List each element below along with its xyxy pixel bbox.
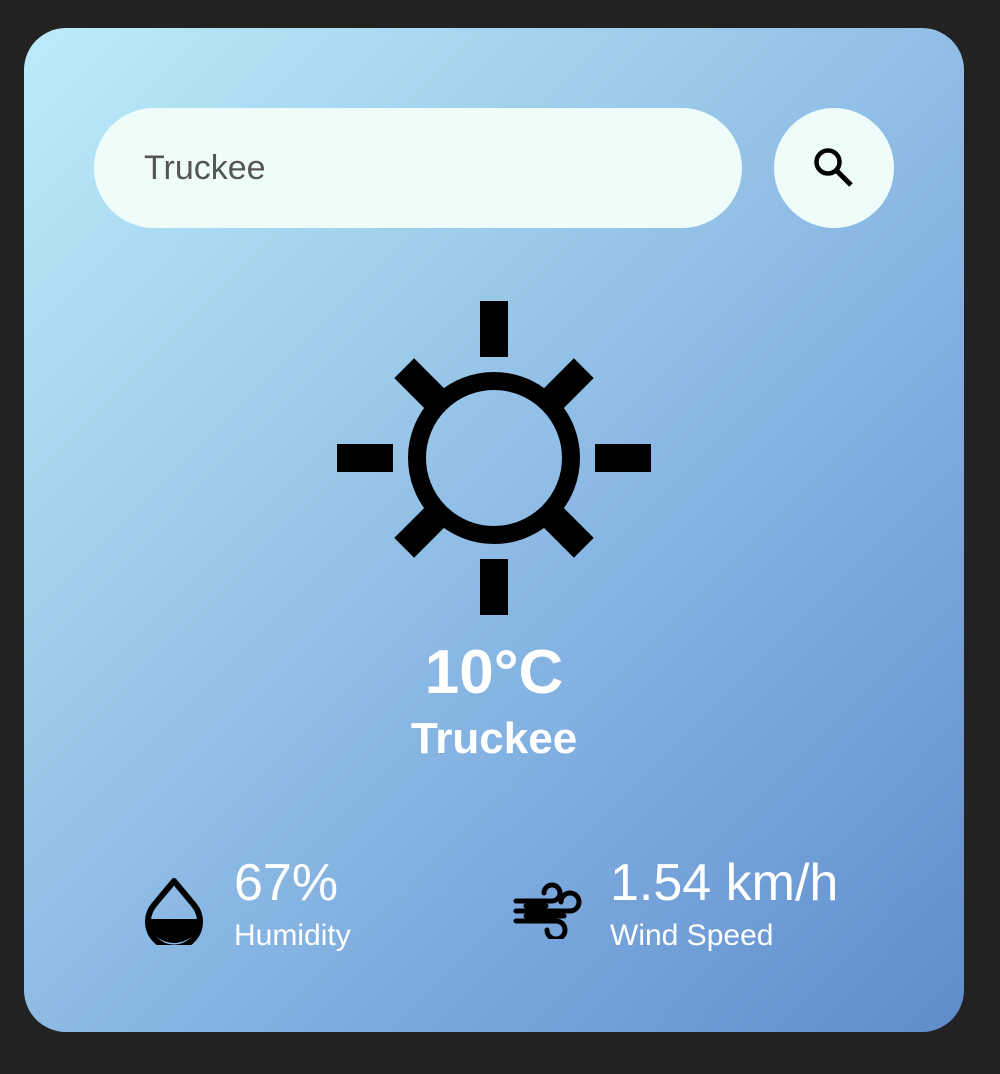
wind-speed-value: 1.54 km/h <box>610 854 839 912</box>
city-name: Truckee <box>410 714 578 763</box>
search-icon <box>814 148 853 187</box>
search-input[interactable] <box>94 108 742 228</box>
humidity-value: 67% <box>234 854 339 912</box>
sun-icon <box>337 301 651 615</box>
wind-speed-label: Wind Speed <box>610 919 774 952</box>
wind-icon <box>513 882 582 939</box>
weather-card: 10°C Truckee 67% Humidity 1.54 km/h Wind… <box>24 28 964 1032</box>
water-drop-icon <box>145 878 203 945</box>
temperature: 10°C <box>424 638 564 707</box>
humidity-stat: 67% Humidity <box>144 853 474 963</box>
humidity-label: Humidity <box>234 919 351 952</box>
search-button[interactable] <box>774 108 894 228</box>
wind-stat: 1.54 km/h Wind Speed <box>512 853 932 963</box>
